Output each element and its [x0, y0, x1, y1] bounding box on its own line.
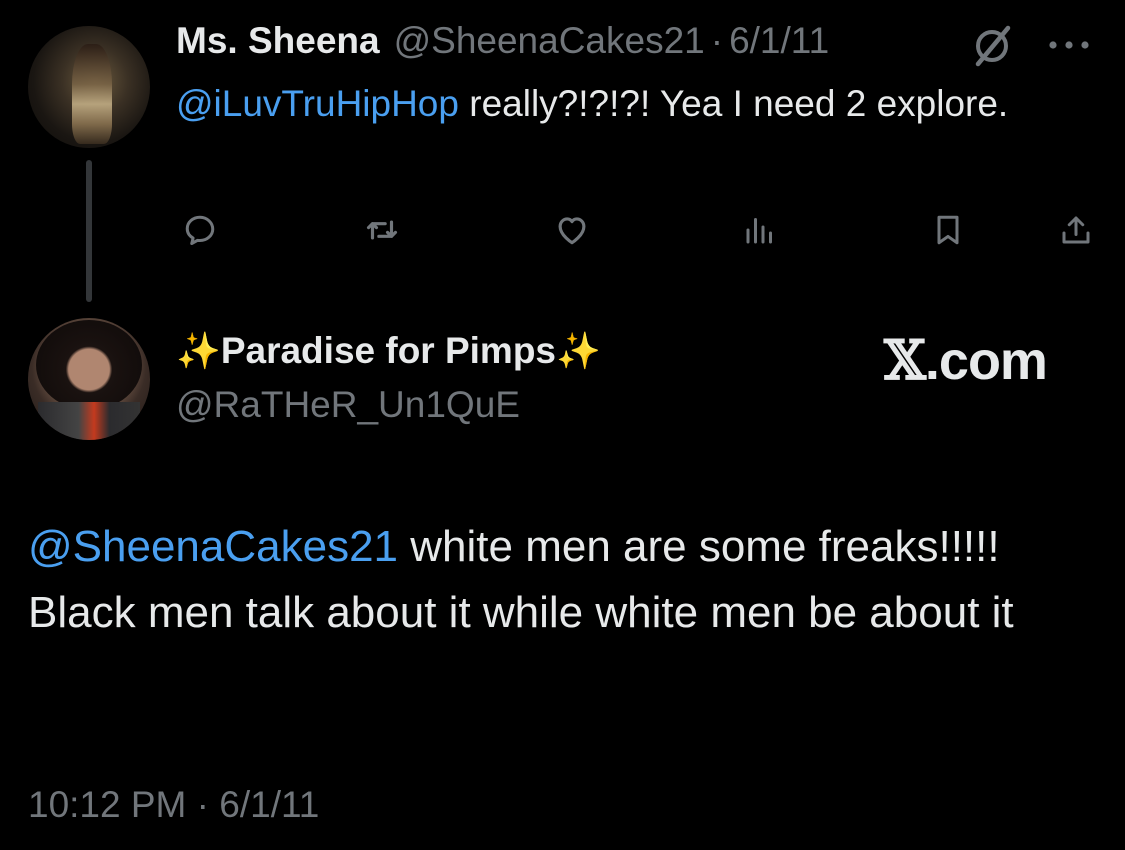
more-icon[interactable]	[1046, 32, 1092, 58]
bookmark-icon	[937, 215, 959, 245]
views-icon	[746, 218, 772, 244]
timestamp-separator: ·	[196, 784, 209, 825]
parent-author-handle[interactable]: @SheenaCakes21	[394, 20, 705, 62]
retweet-icon	[366, 220, 398, 240]
tweet-time: 10:12 PM	[28, 784, 187, 825]
watermark-text: .com	[924, 331, 1048, 391]
grok-icon[interactable]	[970, 24, 1014, 68]
thread-connector-line	[86, 160, 92, 302]
main-author-name[interactable]: ✨ Paradise for Pimps ✨	[176, 330, 601, 372]
x-com-watermark: 𝕏.com	[884, 328, 1048, 392]
reply-button[interactable]	[176, 206, 224, 254]
like-button[interactable]	[548, 206, 596, 254]
reply-icon	[185, 215, 215, 245]
avatar-photo-shirt	[38, 402, 140, 440]
mention-link[interactable]: @iLuvTruHipHop	[176, 83, 459, 124]
tweet-timestamp[interactable]: 10:12 PM · 6/1/11	[28, 784, 319, 826]
parent-tweet-header: Ms. Sheena @SheenaCakes21 · 6/1/11	[176, 20, 829, 66]
parent-tweet-date[interactable]: 6/1/11	[729, 20, 829, 62]
tweet-thread-page: Ms. Sheena @SheenaCakes21 · 6/1/11 @iLuv…	[0, 0, 1125, 850]
sparkles-emoji: ✨	[556, 330, 601, 371]
like-icon	[558, 217, 586, 245]
avatar-ms-sheena[interactable]	[28, 26, 150, 148]
avatar-paradise-for-pimps[interactable]	[28, 318, 150, 440]
share-button[interactable]	[1052, 206, 1100, 254]
main-author-handle[interactable]: @RaTHeR_Un1QuE	[176, 384, 520, 426]
bookmark-button[interactable]	[924, 206, 972, 254]
parent-tweet-actions	[176, 206, 1106, 254]
avatar-photo	[72, 44, 112, 144]
mention-link[interactable]: @SheenaCakes21	[28, 522, 398, 571]
retweet-button[interactable]	[358, 206, 406, 254]
parent-tweet-text: @iLuvTruHipHop really?!?!?! Yea I need 2…	[176, 80, 1036, 128]
x-logo-icon: 𝕏	[884, 328, 926, 392]
tweet-date: 6/1/11	[219, 784, 320, 825]
main-author-display-name: Paradise for Pimps	[220, 330, 557, 371]
sparkles-emoji: ✨	[176, 330, 221, 371]
parent-author-name[interactable]: Ms. Sheena	[176, 20, 380, 62]
main-tweet-text: @SheenaCakes21 white men are some freaks…	[28, 514, 1103, 646]
parent-tweet-body: really?!?!?! Yea I need 2 explore.	[458, 83, 1009, 124]
views-button[interactable]	[736, 206, 784, 254]
header-separator: ·	[710, 20, 724, 61]
share-icon	[1062, 216, 1090, 244]
avatar-photo	[36, 320, 142, 410]
